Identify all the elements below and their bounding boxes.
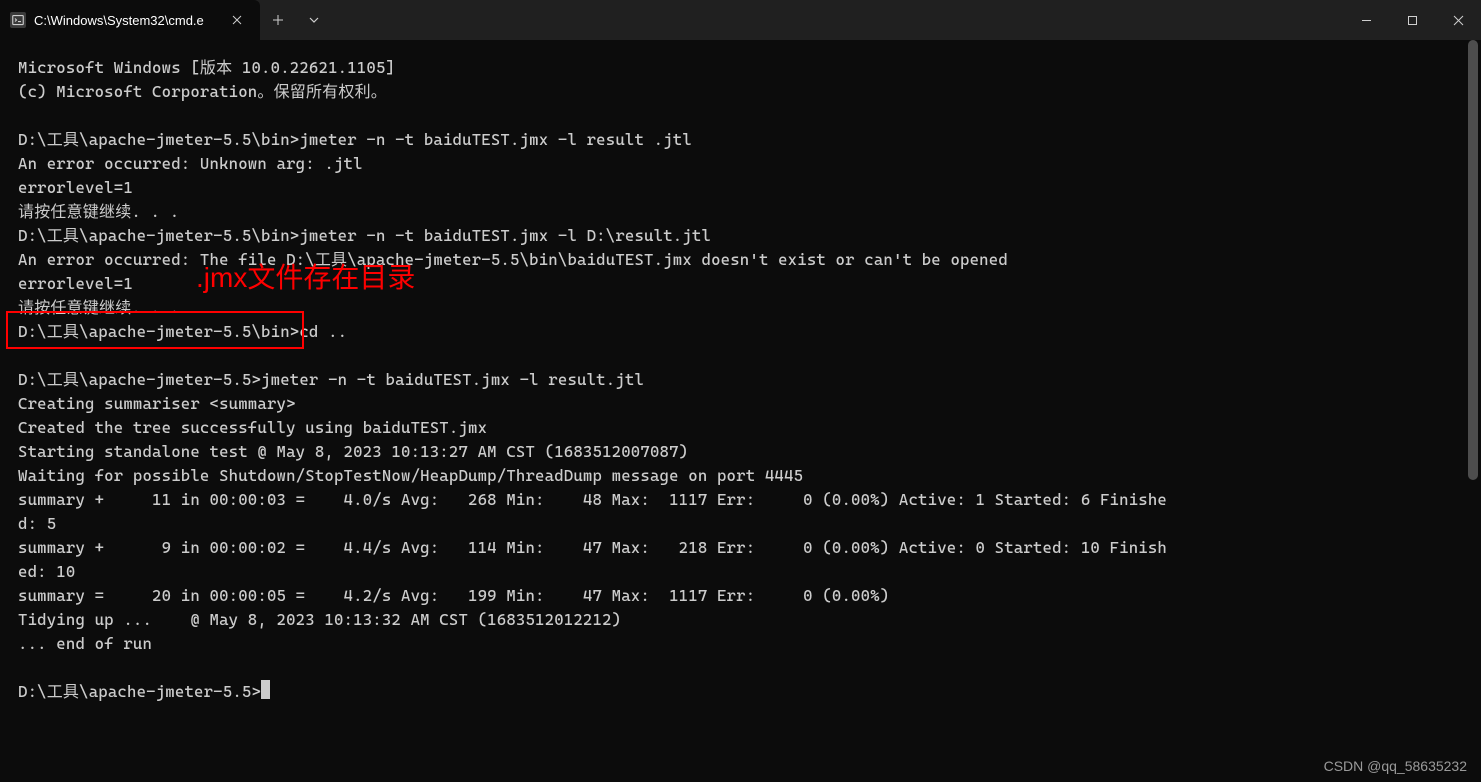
tab-dropdown-button[interactable] [296,0,332,40]
terminal-line: summary = 20 in 00:00:05 = 4.2/s Avg: 19… [18,586,889,605]
terminal-line: errorlevel=1 [18,274,133,293]
scrollbar-thumb[interactable] [1468,40,1478,480]
terminal-line: Starting standalone test @ May 8, 2023 1… [18,442,688,461]
titlebar-drag-area[interactable] [332,0,1343,40]
terminal-line: ... end of run [18,634,152,653]
watermark: CSDN @qq_58635232 [1324,758,1467,774]
terminal-line: errorlevel=1 [18,178,133,197]
terminal-line: summary + 9 in 00:00:02 = 4.4/s Avg: 114… [18,538,1167,557]
terminal-line: 请按任意键继续. . . [18,202,179,221]
terminal-icon [10,12,26,28]
terminal-line: summary + 11 in 00:00:03 = 4.0/s Avg: 26… [18,490,1167,509]
terminal-line: (c) Microsoft Corporation。保留所有权利。 [18,82,387,101]
terminal-line: D:\工具\apache-jmeter-5.5\bin>jmeter -n -t… [18,130,692,149]
terminal-output[interactable]: Microsoft Windows [版本 10.0.22621.1105] (… [0,40,1481,712]
terminal-line: Created the tree successfully using baid… [18,418,487,437]
terminal-line: Creating summariser <summary> [18,394,296,413]
terminal-line: D:\工具\apache-jmeter-5.5> [18,682,261,701]
tab-cmd[interactable]: C:\Windows\System32\cmd.e [0,0,260,40]
new-tab-button[interactable] [260,0,296,40]
terminal-line: ed: 10 [18,562,75,581]
tab-close-button[interactable] [228,11,246,29]
terminal-line: Waiting for possible Shutdown/StopTestNo… [18,466,803,485]
maximize-button[interactable] [1389,0,1435,40]
window-close-button[interactable] [1435,0,1481,40]
terminal-line: D:\工具\apache-jmeter-5.5>jmeter -n -t bai… [18,370,644,389]
scrollbar[interactable] [1467,40,1479,780]
terminal-line: Microsoft Windows [版本 10.0.22621.1105] [18,58,395,77]
tab-label: C:\Windows\System32\cmd.e [34,13,204,28]
cursor [261,680,270,699]
titlebar: C:\Windows\System32\cmd.e [0,0,1481,40]
annotation-box [6,311,304,349]
terminal-line: D:\工具\apache-jmeter-5.5\bin>jmeter -n -t… [18,226,711,245]
terminal-line: d: 5 [18,514,56,533]
terminal-line: Tidying up ... @ May 8, 2023 10:13:32 AM… [18,610,621,629]
terminal-line: An error occurred: Unknown arg: .jtl [18,154,363,173]
terminal-line: An error occurred: The file D:\工具\apache… [18,250,1008,269]
annotation-text: .jmx文件存在目录 [196,256,415,296]
minimize-button[interactable] [1343,0,1389,40]
